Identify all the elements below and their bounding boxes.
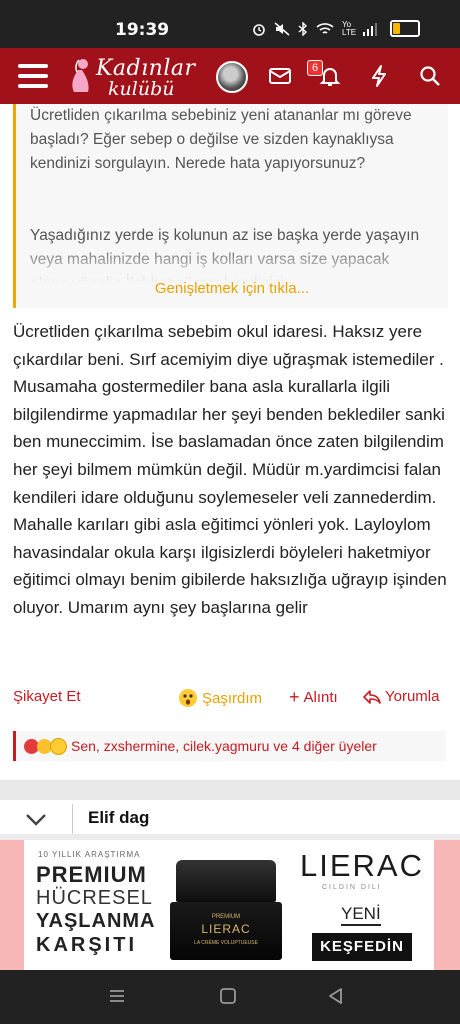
- collapse-tab[interactable]: [0, 804, 73, 834]
- ad-new-label: YENİ: [341, 904, 381, 926]
- site-logo[interactable]: Kadınlar kulübü: [68, 54, 203, 100]
- alarm-icon: [253, 23, 265, 36]
- recent-apps-icon[interactable]: [108, 987, 126, 1005]
- ad-headline-1: PREMIUM: [36, 862, 147, 887]
- mail-icon[interactable]: [268, 64, 292, 88]
- menu-icon[interactable]: [18, 64, 48, 88]
- back-icon[interactable]: [327, 987, 345, 1005]
- ad-headline-2: HÜCRESEL: [36, 887, 153, 909]
- top-navbar: Kadınlar kulübü 6: [0, 48, 460, 104]
- wifi-icon: [316, 22, 334, 34]
- expand-quote-link[interactable]: Genişletmek için tıkla...: [16, 280, 448, 297]
- post-actions: Şikayet Et Şaşırdım + Alıntı Yorumla: [13, 688, 448, 710]
- post-container: Ücretliden çıkarılma sebebiniz yeni atan…: [0, 104, 460, 780]
- status-bar: 19:39 Yo LTE: [0, 0, 460, 48]
- lightning-icon[interactable]: [368, 64, 392, 88]
- reply-icon: [363, 689, 381, 704]
- bluetooth-icon: [298, 21, 308, 36]
- quote-fade: [16, 244, 448, 308]
- reaction-button[interactable]: Şaşırdım: [178, 688, 262, 708]
- plus-icon: +: [289, 687, 300, 707]
- logo-text-line2: kulübü: [108, 78, 175, 100]
- quote-button[interactable]: + Alıntı: [289, 688, 338, 706]
- product-jar-image: PREMIUM LIERAC LA CRÈME VOLUPTUEUSE: [170, 860, 282, 962]
- reply-button[interactable]: Yorumla: [363, 688, 439, 705]
- ad-tagline: 10 YILLIK ARAŞTIRMA: [38, 850, 141, 859]
- status-icons: Yo LTE: [252, 20, 420, 37]
- clock: 19:39: [115, 20, 170, 40]
- report-label: Şikayet Et: [13, 688, 81, 705]
- surprised-emoji-icon: [179, 689, 197, 707]
- post-body: Ücretliden çıkarılma sebebim okul idares…: [13, 322, 447, 617]
- quote-paragraph: Ücretliden çıkarılma sebebiniz yeni atan…: [30, 107, 412, 172]
- home-icon[interactable]: [219, 987, 237, 1005]
- ad-brand: LIERAC: [300, 848, 424, 883]
- surprised-emoji-icon: [50, 737, 67, 755]
- next-post-username[interactable]: Elif dag: [88, 808, 149, 828]
- mute-icon: [274, 21, 290, 36]
- quote-block: Ücretliden çıkarılma sebebiniz yeni atan…: [13, 104, 448, 308]
- jar-top-text: PREMIUM: [211, 914, 241, 920]
- chevron-down-icon: [26, 814, 46, 826]
- reactions-users: Sen, zxshermine, cilek.yagmuru ve 4 diğe…: [71, 738, 377, 754]
- ad-headline-4: KARŞITI: [36, 934, 137, 956]
- woman-silhouette-icon: [72, 59, 89, 92]
- report-button[interactable]: Şikayet Et: [13, 688, 81, 705]
- ad-cta-button[interactable]: KEŞFEDİN: [312, 933, 412, 961]
- battery-icon: [390, 20, 420, 37]
- jar-brand-text: LIERAC: [201, 922, 251, 936]
- quote-label: Alıntı: [303, 688, 338, 706]
- user-avatar[interactable]: [216, 61, 248, 93]
- reaction-label: Şaşırdım: [202, 689, 263, 707]
- system-nav-bar: [0, 970, 460, 1024]
- signal-icon: [363, 22, 377, 36]
- ad-banner[interactable]: 10 YILLIK ARAŞTIRMA PREMIUM HÜCRESEL YAŞ…: [0, 840, 460, 970]
- notification-badge: 6: [307, 60, 324, 76]
- ad-headline-3: YAŞLANMA: [36, 910, 156, 932]
- network-type: Yo LTE: [342, 19, 357, 37]
- reactions-bar[interactable]: Sen, zxshermine, cilek.yagmuru ve 4 diğe…: [13, 731, 446, 761]
- jar-sub-text: LA CRÈME VOLUPTUEUSE: [194, 940, 258, 946]
- search-icon[interactable]: [418, 64, 442, 88]
- reply-label: Yorumla: [385, 688, 440, 705]
- ad-brand-sub: CILDIN DILI: [322, 884, 382, 891]
